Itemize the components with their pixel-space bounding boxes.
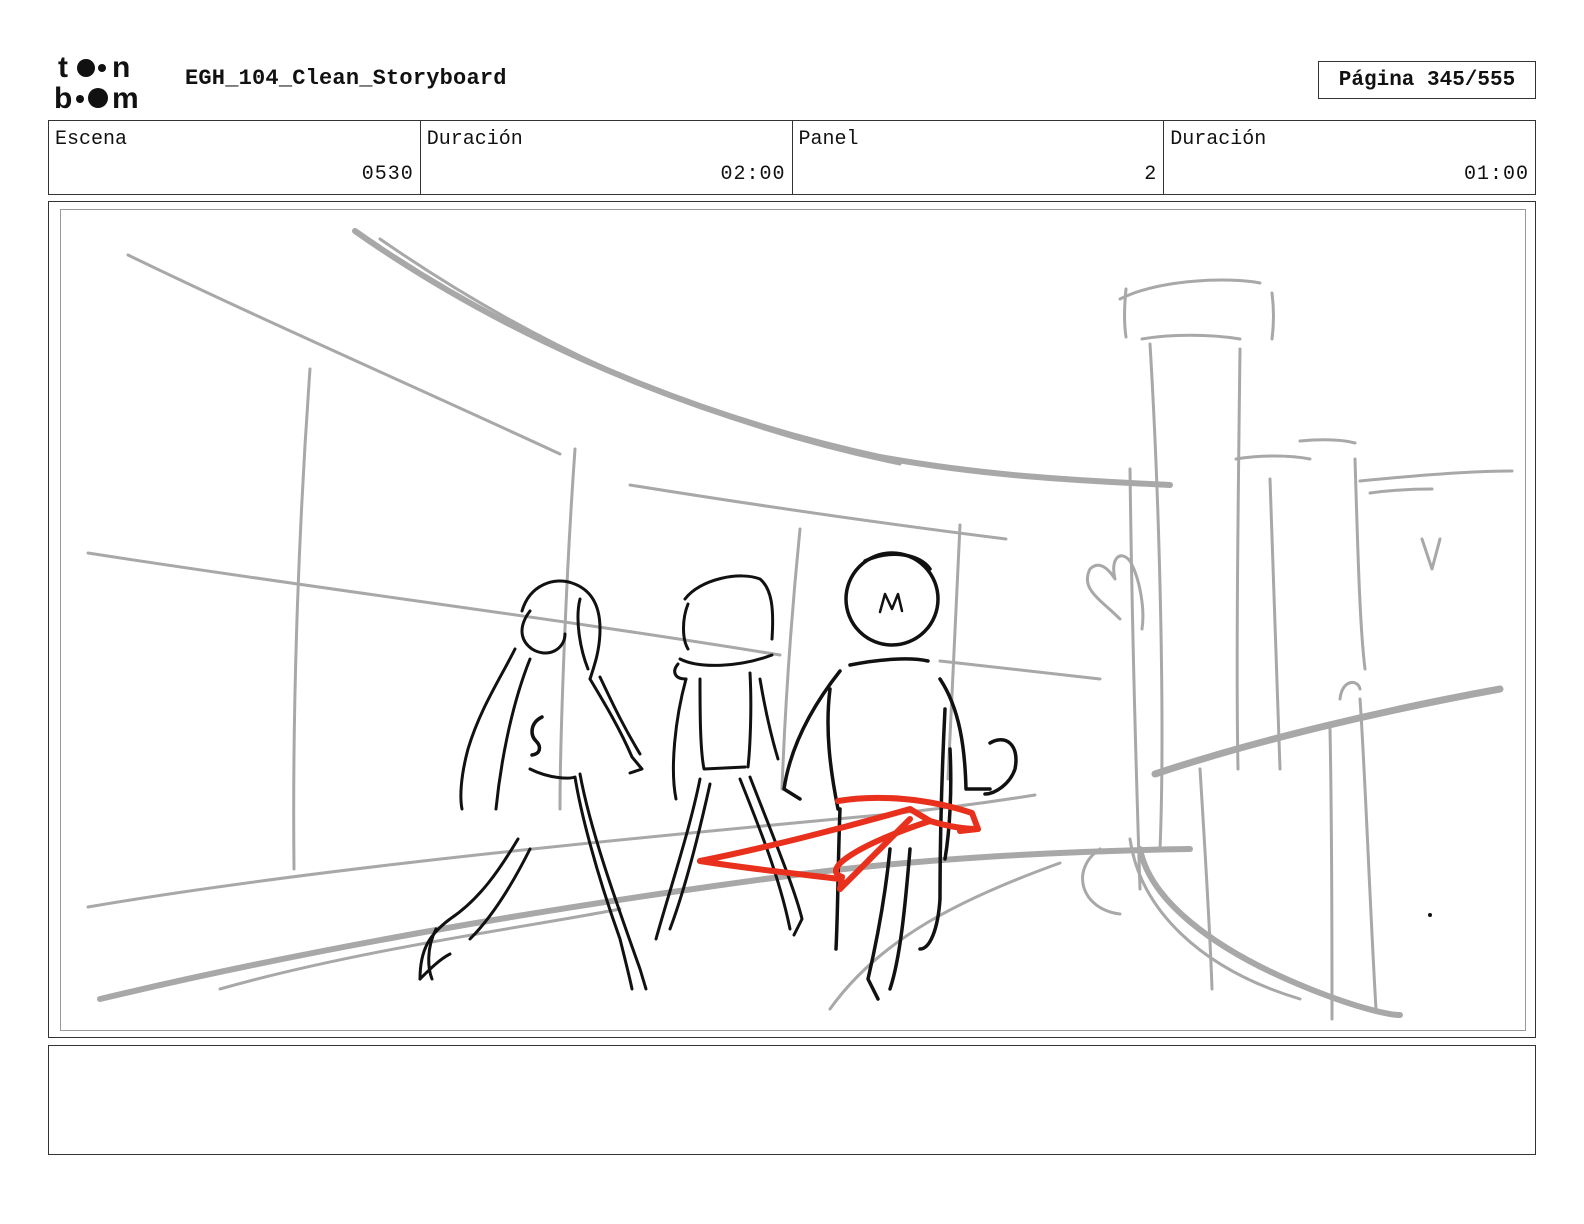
panel-value: 2 <box>1144 163 1158 186</box>
background-architecture <box>86 228 1514 1021</box>
svg-text:m: m <box>112 82 139 112</box>
svg-text:n: n <box>112 51 130 84</box>
page-number: Página 345/555 <box>1318 61 1536 99</box>
svg-text:t: t <box>58 51 68 84</box>
scene-info-table: Escena 0530 Duración 02:00 Panel 2 Durac… <box>48 120 1536 195</box>
panel-cell: Panel 2 <box>793 121 1165 194</box>
scene-duration-label: Duración <box>426 128 523 151</box>
scene-label: Escena <box>55 128 128 151</box>
panel-duration-value: 01:00 <box>1463 163 1529 186</box>
panel-notes-box <box>48 1045 1536 1155</box>
scene-value: 0530 <box>361 163 414 186</box>
scene-duration-cell: Duración 02:00 <box>421 121 793 194</box>
svg-text:b: b <box>54 82 72 112</box>
dust-dot <box>1428 913 1432 917</box>
panel-duration-label: Duración <box>1170 128 1267 151</box>
storyboard-sketch <box>86 228 1514 1021</box>
document-title: EGH_104_Clean_Storyboard <box>185 66 507 91</box>
toon-boom-logo: t n b m <box>54 51 139 112</box>
scene-cell: Escena 0530 <box>49 121 421 194</box>
scene-duration-value: 02:00 <box>720 163 786 186</box>
panel-duration-cell: Duración 01:00 <box>1164 121 1535 194</box>
panel-label: Panel <box>798 128 859 151</box>
character-m <box>782 551 1018 1001</box>
